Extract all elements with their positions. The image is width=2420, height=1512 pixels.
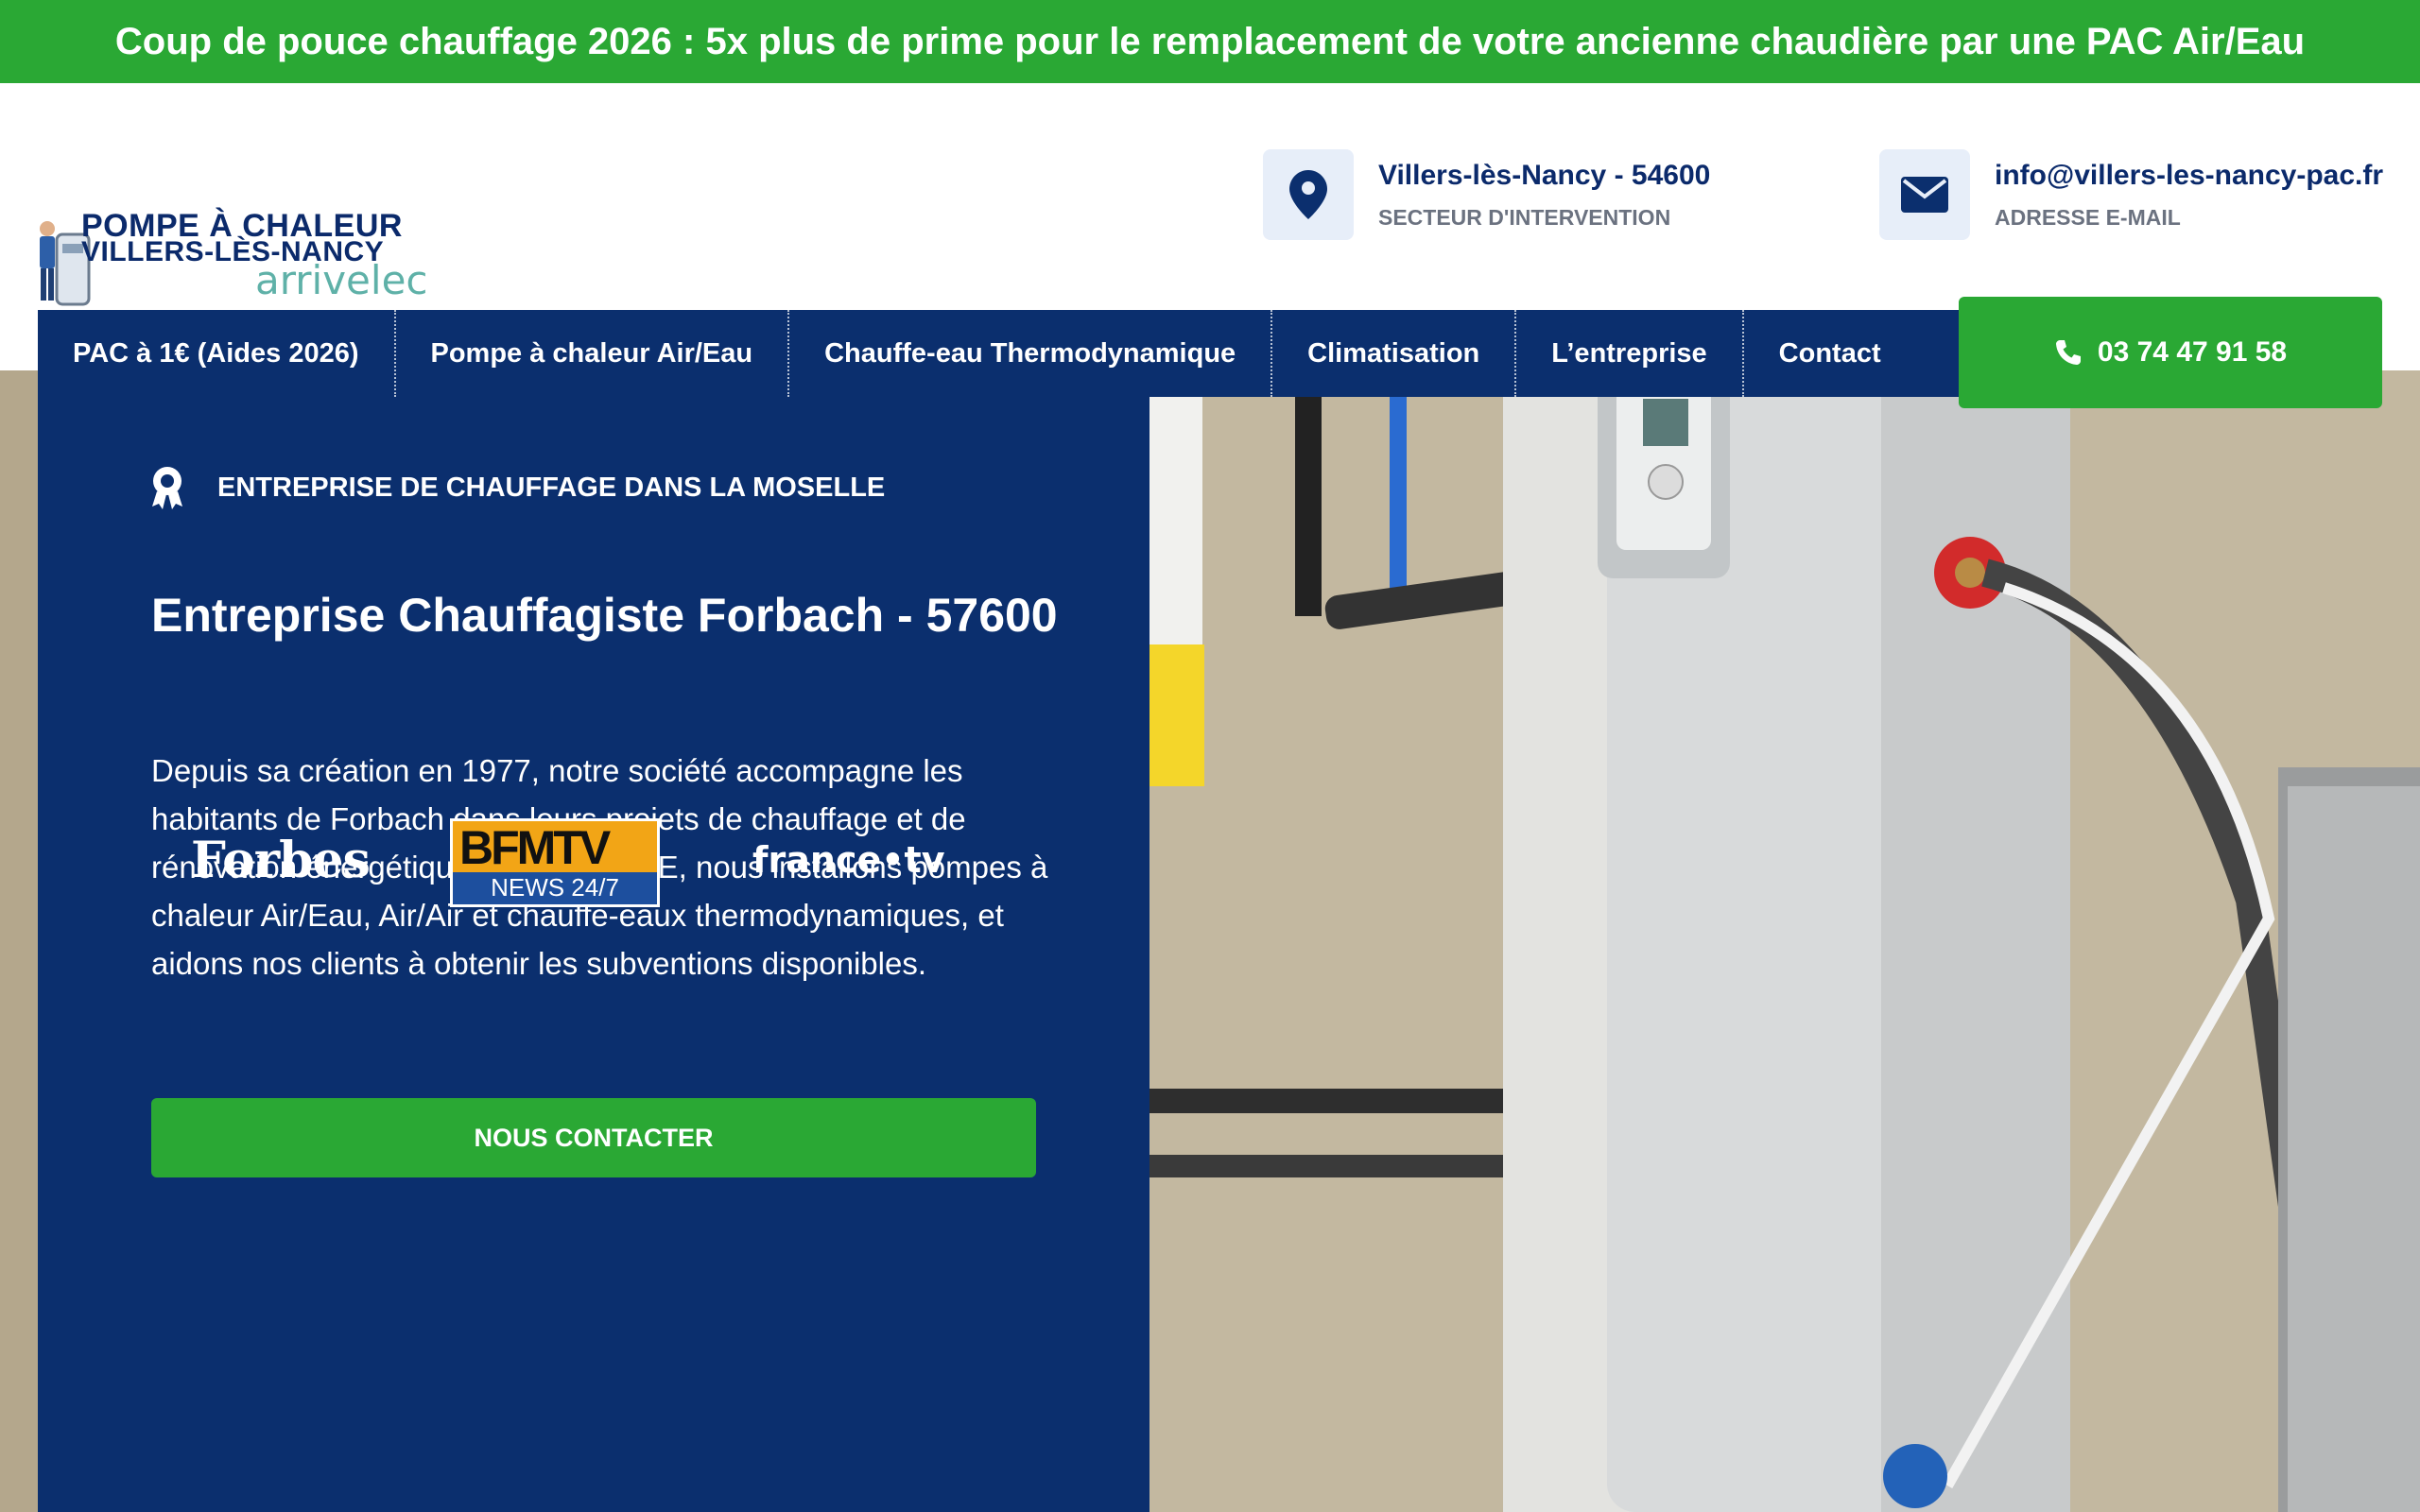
logo-line-3: arrivelec: [255, 257, 428, 303]
nav-item-chauffe-eau[interactable]: Chauffe-eau Thermodynamique: [789, 310, 1273, 397]
page-title: Entreprise Chauffagiste Forbach - 57600: [151, 589, 1058, 642]
hero-panel: ENTREPRISE DE CHAUFFAGE DANS LA MOSELLE …: [38, 397, 1150, 1512]
bfmtv-logo: BFMTV NEWS 24/7: [450, 818, 660, 907]
location-info: Villers-lès-Nancy - 54600 SECTEUR D'INTE…: [1263, 149, 1710, 240]
contact-us-button[interactable]: NOUS CONTACTER: [151, 1098, 1036, 1177]
site-logo[interactable]: POMPE À CHALEUR VILLERS-LÈS-NANCY arrive…: [36, 149, 433, 319]
nav-item-pac-1-euro[interactable]: PAC à 1€ (Aides 2026): [38, 310, 396, 397]
phone-number: 03 74 47 91 58: [2097, 336, 2288, 368]
nav-item-entreprise[interactable]: L’entreprise: [1516, 310, 1744, 397]
phone-icon: [2055, 340, 2081, 365]
hero-badge: ENTREPRISE DE CHAUFFAGE DANS LA MOSELLE: [149, 465, 885, 510]
nav-item-pac-air-eau[interactable]: Pompe à chaleur Air/Eau: [396, 310, 790, 397]
envelope-icon: [1879, 149, 1970, 240]
bfmtv-logo-bottom: NEWS 24/7: [491, 873, 619, 902]
map-pin-icon: [1263, 149, 1354, 240]
location-title: Villers-lès-Nancy - 54600: [1378, 159, 1711, 191]
email-address[interactable]: info@villers-les-nancy-pac.fr: [1995, 160, 2383, 192]
email-subtitle: ADRESSE E-MAIL: [1995, 204, 2181, 230]
nav-item-contact[interactable]: Contact: [1744, 310, 1916, 397]
email-info: info@villers-les-nancy-pac.fr ADRESSE E-…: [1879, 149, 2383, 240]
forbes-logo: Forbes: [191, 832, 371, 889]
promo-banner[interactable]: Coup de pouce chauffage 2026 : 5x plus d…: [0, 0, 2420, 83]
nav-item-climatisation[interactable]: Climatisation: [1272, 310, 1517, 397]
award-ribbon-icon: [152, 467, 182, 509]
bfmtv-logo-top: BFMTV: [459, 821, 611, 874]
promo-text: Coup de pouce chauffage 2026 : 5x plus d…: [114, 20, 2306, 62]
location-subtitle: SECTEUR D'INTERVENTION: [1378, 204, 1671, 230]
hero-badge-text: ENTREPRISE DE CHAUFFAGE DANS LA MOSELLE: [217, 472, 886, 503]
phone-button[interactable]: 03 74 47 91 58: [1959, 297, 2382, 408]
main-nav: PAC à 1€ (Aides 2026) Pompe à chaleur Ai…: [38, 310, 1959, 397]
francetv-logo: france•tv: [752, 839, 945, 881]
